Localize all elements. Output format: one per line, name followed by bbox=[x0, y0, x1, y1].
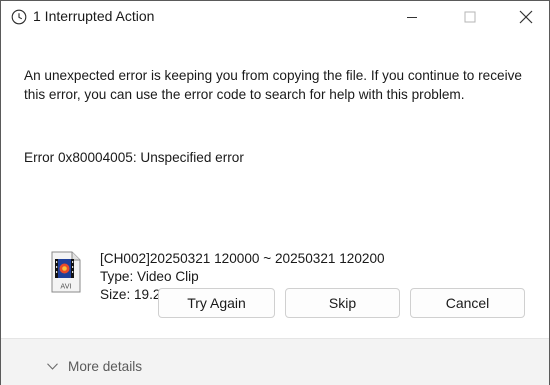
skip-button[interactable]: Skip bbox=[285, 288, 400, 318]
dialog-content: An unexpected error is keeping you from … bbox=[1, 33, 549, 321]
close-button[interactable] bbox=[503, 1, 549, 33]
file-name: [CH002]20250321 120000 ~ 20250321 120200 bbox=[100, 251, 385, 266]
maximize-icon bbox=[464, 11, 476, 23]
try-again-button[interactable]: Try Again bbox=[158, 288, 275, 318]
dialog-footer: More details bbox=[1, 338, 549, 385]
clock-icon bbox=[11, 9, 27, 25]
error-message: An unexpected error is keeping you from … bbox=[24, 68, 522, 102]
more-details-label: More details bbox=[68, 359, 143, 374]
more-details-toggle[interactable]: More details bbox=[47, 359, 142, 374]
minimize-icon bbox=[407, 17, 417, 18]
file-icon-label: AVI bbox=[60, 283, 71, 291]
interrupted-action-dialog: 1 Interrupted Action An unexpected error… bbox=[0, 0, 550, 385]
file-type: Type: Video Clip bbox=[100, 269, 199, 284]
minimize-button[interactable] bbox=[389, 1, 435, 33]
error-code-text: Error 0x80004005: Unspecified error bbox=[24, 150, 244, 165]
chevron-down-icon bbox=[47, 363, 58, 370]
close-icon bbox=[519, 10, 533, 24]
maximize-button[interactable] bbox=[447, 1, 493, 33]
title-bar[interactable]: 1 Interrupted Action bbox=[1, 1, 549, 33]
window-title: 1 Interrupted Action bbox=[33, 8, 155, 24]
cancel-button[interactable]: Cancel bbox=[410, 288, 525, 318]
avi-video-file-icon: AVI bbox=[51, 251, 81, 293]
